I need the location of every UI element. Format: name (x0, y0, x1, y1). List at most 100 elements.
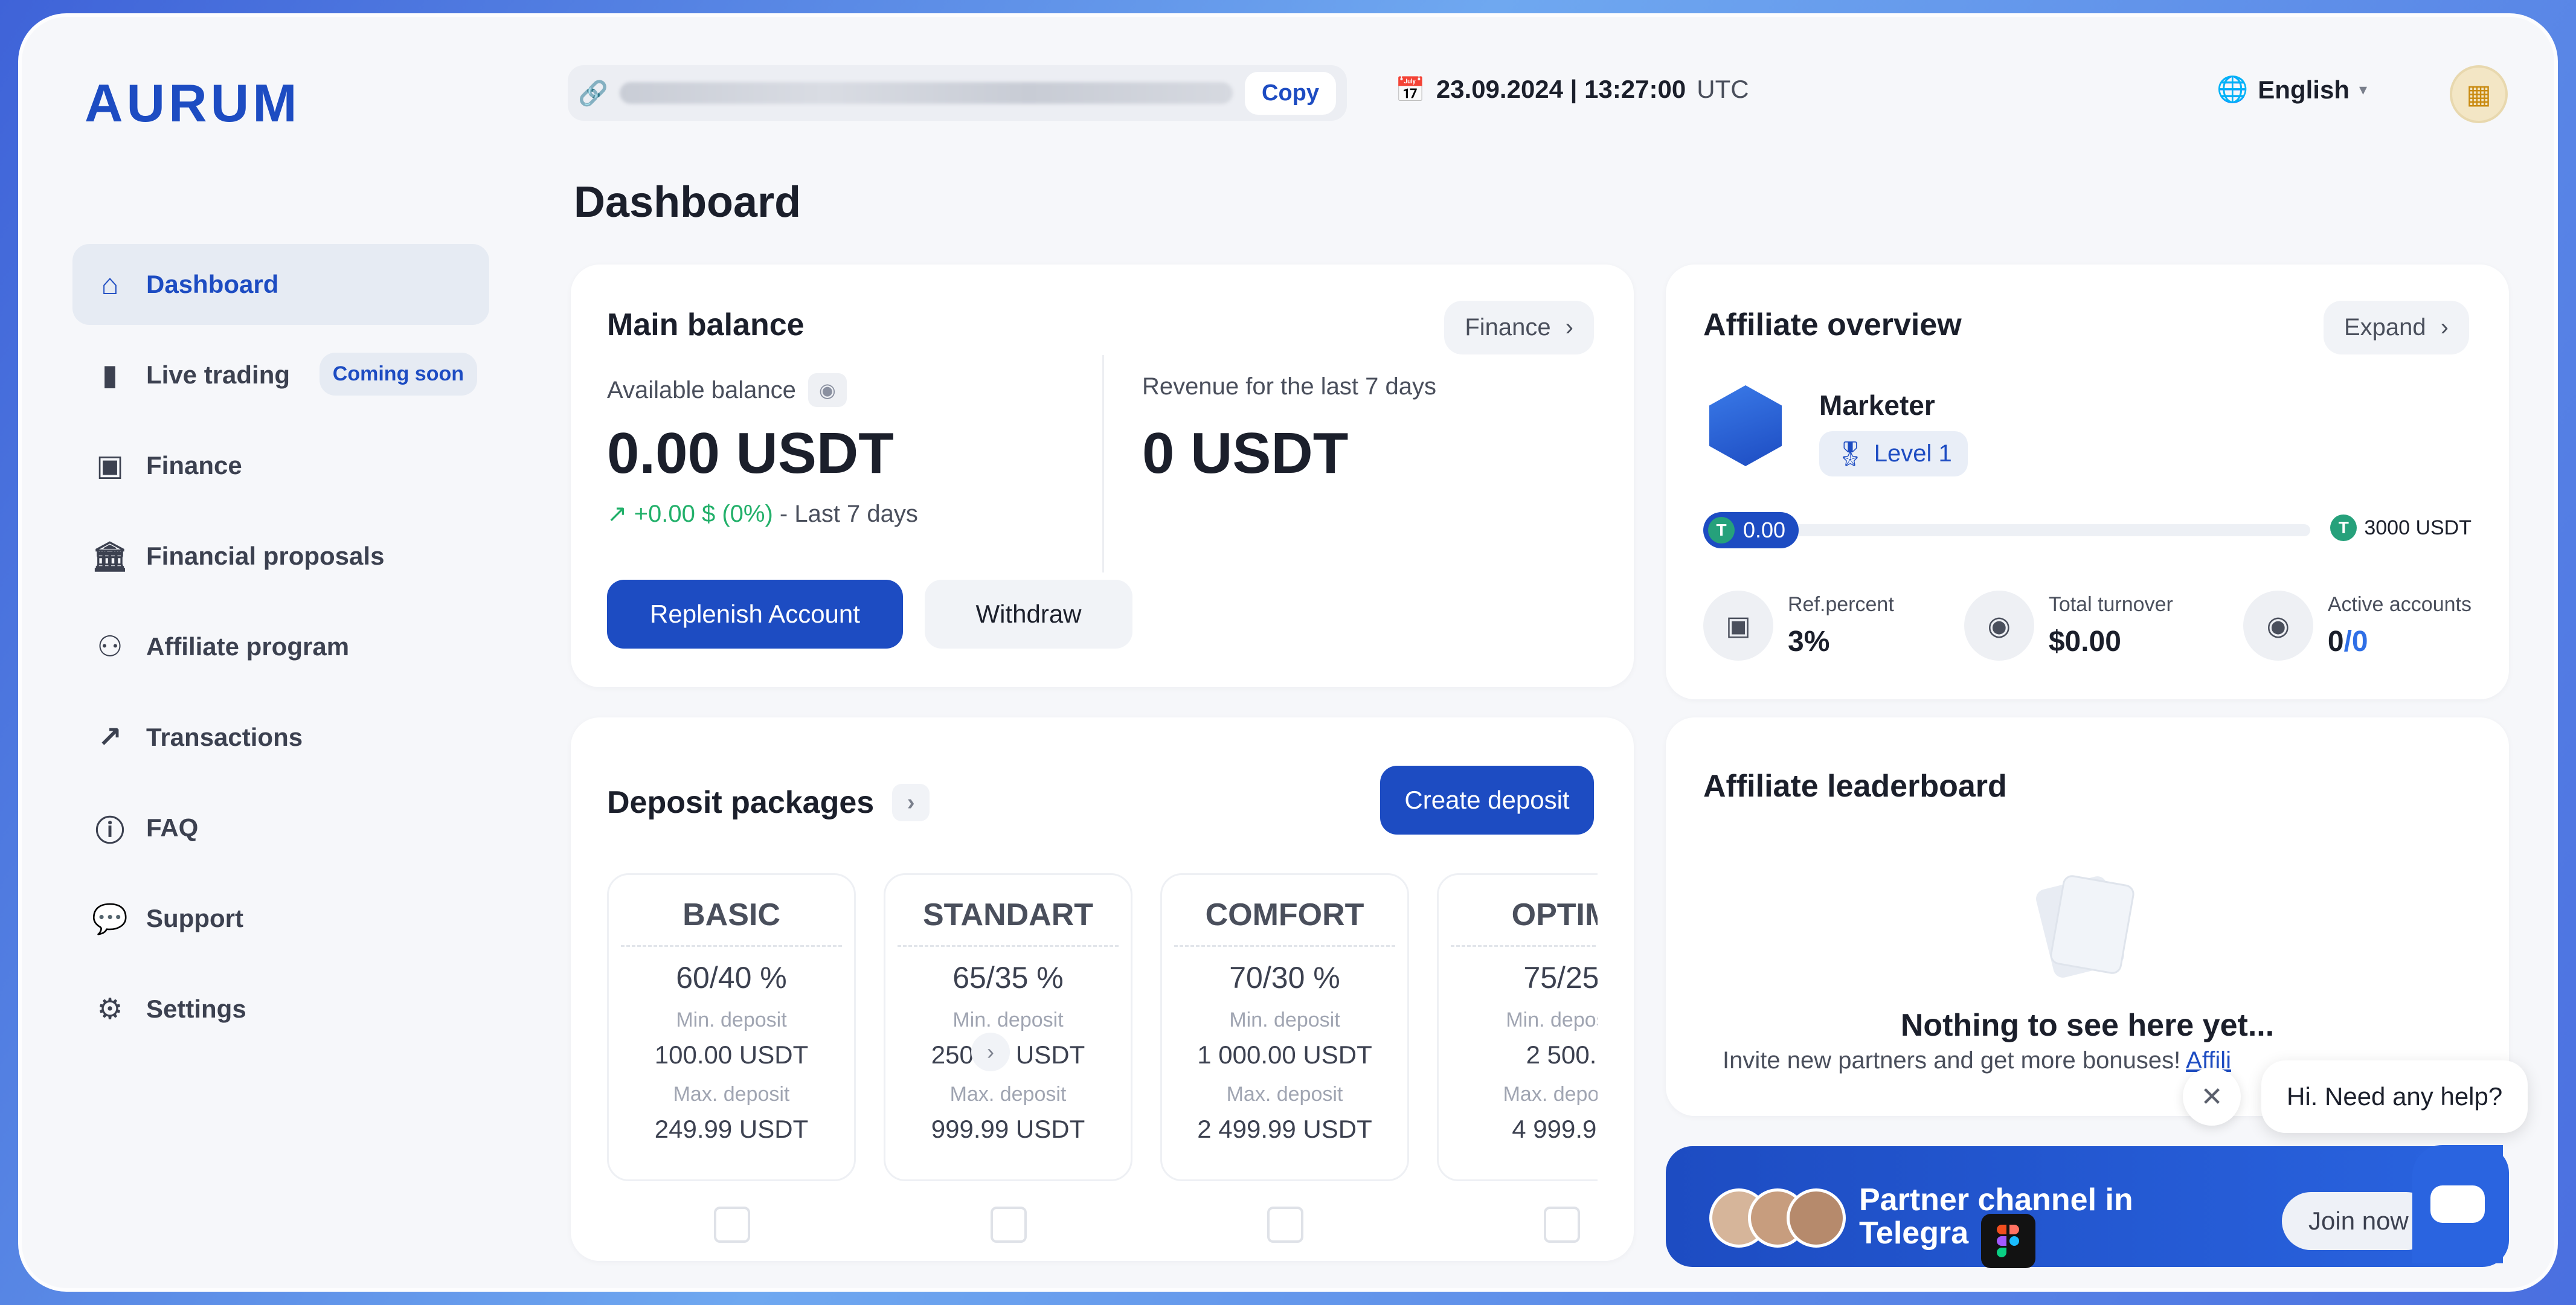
coins-icon: ◉ (2243, 591, 2313, 661)
sidebar-item-label: FAQ (146, 813, 199, 842)
sidebar-item-support[interactable]: 💬 Support (72, 878, 489, 959)
sidebar-item-label: Affiliate program (146, 632, 350, 661)
max-deposit-label: Max. deposit (1503, 1083, 1598, 1106)
affiliate-progress: T 0.00 T 3000 USDT (1703, 512, 2472, 548)
language-selector[interactable]: 🌐 English ▾ (2217, 75, 2367, 104)
carousel-next-button[interactable]: › (971, 1033, 1010, 1071)
question-icon: ⓘ (95, 815, 124, 847)
stat-label: Active accounts (2327, 593, 2472, 616)
tether-icon: T (2330, 515, 2357, 541)
calendar-icon: 📅 (1395, 76, 1425, 103)
sidebar-item-affiliate-program[interactable]: ⚇ Affiliate program (72, 606, 489, 687)
date-text: 23.09.2024 | 13:27:00 (1436, 75, 1686, 103)
chevron-right-icon[interactable]: › (892, 784, 930, 821)
min-deposit-label: Min. deposit (1229, 1008, 1340, 1031)
referral-link-blurred (620, 82, 1233, 104)
min-deposit-value: 2 500. (1526, 1040, 1597, 1069)
deposit-packages-title-text: Deposit packages (607, 785, 875, 820)
sidebar-item-dashboard[interactable]: ⌂ Dashboard (72, 244, 489, 325)
max-deposit-value: 4 999.99 (1512, 1115, 1598, 1143)
package-percent: 65/35 % (952, 961, 1064, 995)
eye-icon[interactable]: ◉ (808, 373, 847, 407)
package-card-optim[interactable]: OPTIM 75/25 Min. deposit 2 500. Max. dep… (1437, 873, 1598, 1181)
package-checkbox[interactable] (714, 1207, 750, 1243)
empty-cards-icon (2020, 870, 2141, 984)
sidebar-item-faq[interactable]: ⓘ FAQ (72, 787, 489, 868)
chat-launcher-button[interactable] (2412, 1145, 2503, 1263)
chat-bubble-icon (2430, 1185, 2485, 1223)
package-checkbox[interactable] (1267, 1207, 1303, 1243)
referral-link-box: 🔗 Copy (568, 65, 1347, 121)
wallet-icon: ▣ (1703, 591, 1773, 661)
replenish-account-button[interactable]: Replenish Account (607, 580, 903, 649)
stat-value: 3% (1788, 626, 1830, 658)
package-checkbox[interactable] (1544, 1207, 1580, 1243)
copy-button[interactable]: Copy (1245, 71, 1336, 115)
finance-link-label: Finance (1465, 314, 1551, 341)
wallet-icon: ▣ (96, 450, 124, 482)
package-name: OPTIM (1451, 897, 1598, 947)
sidebar-item-finance[interactable]: ▣ Finance (72, 425, 489, 506)
revenue-label: Revenue for the last 7 days (1142, 373, 1436, 400)
empty-state-title: Nothing to see here yet... (1900, 1008, 2275, 1043)
close-chat-button[interactable]: ✕ (2183, 1068, 2241, 1126)
package-card-comfort[interactable]: COMFORT 70/30 % Min. deposit 1 000.00 US… (1160, 873, 1409, 1181)
max-deposit-label: Max. deposit (949, 1083, 1067, 1106)
sidebar-item-settings[interactable]: ⚙ Settings (72, 969, 489, 1050)
max-deposit-label: Max. deposit (673, 1083, 790, 1106)
chevron-right-icon: › (987, 1039, 994, 1064)
figma-icon (1981, 1214, 2035, 1268)
revenue-amount: 0 USDT (1142, 421, 1349, 486)
active-accounts-separator: / (2343, 626, 2352, 658)
total-accounts-count: 0 (2351, 626, 2368, 658)
available-balance-text: Available balance (607, 376, 796, 403)
chat-help-bubble[interactable]: Hi. Need any help? (2261, 1060, 2528, 1133)
sidebar-item-live-trading[interactable]: ▮ Live trading Coming soon (72, 335, 489, 415)
sidebar-item-label: Settings (146, 995, 246, 1023)
deposit-packages-card: Deposit packages › Create deposit BASIC … (571, 717, 1634, 1261)
expand-button[interactable]: Expand › (2324, 301, 2469, 354)
chat-icon: 💬 (92, 903, 128, 935)
min-deposit-label: Min. deposit (952, 1008, 1064, 1031)
sidebar: ⌂ Dashboard ▮ Live trading Coming soon ▣… (72, 244, 489, 1059)
trend-up-icon: ↗ (607, 501, 628, 527)
package-checkbox[interactable] (991, 1207, 1027, 1243)
stat-value: $0.00 (2048, 626, 2121, 658)
timezone-text: UTC (1697, 75, 1749, 103)
main-balance-title: Main balance (607, 307, 805, 342)
empty-state-text: Invite new partners and get more bonuses… (1723, 1047, 2231, 1074)
trend-icon: ↗ (97, 722, 123, 754)
close-icon: ✕ (2200, 1082, 2223, 1112)
sidebar-item-financial-proposals[interactable]: 🏛 Financial proposals (72, 516, 489, 597)
home-icon: ⌂ (101, 268, 119, 301)
stat-value: 0/0 (2328, 625, 2472, 658)
max-deposit-label: Max. deposit (1226, 1083, 1343, 1106)
package-card-basic[interactable]: BASIC 60/40 % Min. deposit 100.00 USDT M… (607, 873, 856, 1181)
tether-icon: T (1708, 517, 1735, 543)
package-name: STANDART (898, 897, 1119, 947)
package-card-standart[interactable]: STANDART 65/35 % Min. deposit 250.00 USD… (884, 873, 1132, 1181)
sidebar-item-label: Finance (146, 451, 242, 479)
balance-growth: ↗ +0.00 $ (0%) - Last 7 days (607, 500, 918, 528)
stat-active-accounts: ◉ Active accounts 0/0 (2243, 591, 2472, 661)
sidebar-item-transactions[interactable]: ↗ Transactions (72, 697, 489, 778)
chevron-right-icon: › (2440, 314, 2449, 341)
level-text: Level 1 (1874, 440, 1952, 467)
language-label: English (2258, 75, 2350, 104)
progress-current-text: 0.00 (1743, 518, 1786, 542)
finance-link-button[interactable]: Finance › (1444, 301, 1594, 354)
available-balance-amount: 0.00 USDT (607, 421, 894, 486)
coins-icon: ◉ (1964, 591, 2034, 661)
card-divider (1102, 355, 1104, 572)
stat-label: Total turnover (2048, 593, 2173, 616)
available-balance-label: Available balance ◉ (607, 373, 847, 407)
affiliate-role: Marketer (1819, 390, 1935, 421)
create-deposit-button[interactable]: Create deposit (1380, 766, 1594, 835)
sidebar-item-label: Dashboard (146, 270, 279, 298)
package-name: BASIC (621, 897, 842, 947)
telegram-text-line1: Partner channel in (1859, 1182, 2133, 1217)
avatar[interactable]: ▦ (2450, 65, 2508, 123)
package-carousel: BASIC 60/40 % Min. deposit 100.00 USDT M… (607, 873, 1598, 1187)
invite-text: Invite new partners and get more bonuses… (1723, 1047, 2181, 1074)
withdraw-button[interactable]: Withdraw (925, 580, 1132, 649)
